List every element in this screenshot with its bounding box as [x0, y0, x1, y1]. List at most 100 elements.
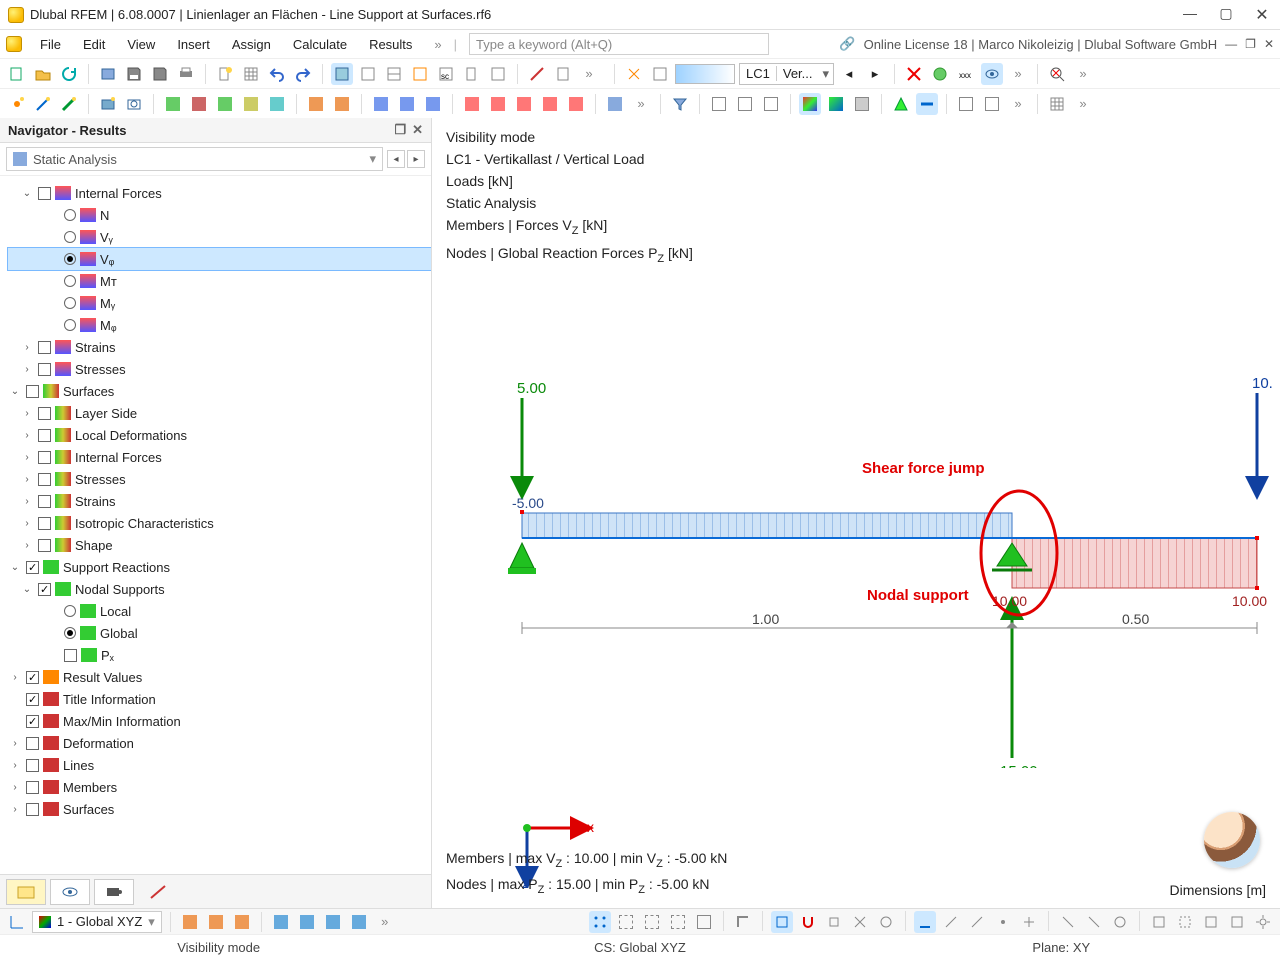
minimize-button[interactable]: —: [1180, 5, 1200, 25]
support-icon[interactable]: [890, 93, 912, 115]
nav-tab-data[interactable]: [6, 879, 46, 905]
render-wire-icon[interactable]: [825, 93, 847, 115]
render-solid-icon[interactable]: [799, 93, 821, 115]
save-icon[interactable]: [123, 63, 145, 85]
panel6-icon[interactable]: [461, 63, 483, 85]
panel4-icon[interactable]: [409, 63, 431, 85]
osnap-p[interactable]: [1200, 911, 1222, 933]
analysis-dropdown[interactable]: Static Analysis ▾: [6, 147, 383, 171]
text-icon[interactable]: xxx: [955, 63, 977, 85]
opening-new-icon[interactable]: [123, 93, 145, 115]
osnap-f[interactable]: [914, 911, 936, 933]
member-new-icon[interactable]: [58, 93, 80, 115]
osnap-j[interactable]: [1018, 911, 1040, 933]
lc-icon[interactable]: [623, 63, 645, 85]
more7-icon[interactable]: »: [374, 911, 396, 933]
more1-icon[interactable]: »: [578, 63, 600, 85]
tree-support-reactions[interactable]: ⌄Support Reactions: [8, 556, 431, 578]
tree-internal-forces[interactable]: ⌄Internal Forces: [8, 182, 431, 204]
sb-d[interactable]: [270, 911, 292, 933]
tree-tree-surfaces[interactable]: ›Surfaces: [8, 798, 431, 820]
osnap-c[interactable]: [823, 911, 845, 933]
new-icon[interactable]: [6, 63, 28, 85]
snap-grid-icon[interactable]: [589, 911, 611, 933]
tree-surf-stresses[interactable]: ›Stresses: [8, 468, 431, 490]
surface-new-icon[interactable]: [97, 93, 119, 115]
tb2-h[interactable]: [370, 93, 392, 115]
sb-b[interactable]: [205, 911, 227, 933]
calc-icon[interactable]: [552, 63, 574, 85]
sb-c[interactable]: [231, 911, 253, 933]
globe-icon[interactable]: [929, 63, 951, 85]
menu-more[interactable]: »: [424, 34, 451, 55]
osnap-k[interactable]: [1057, 911, 1079, 933]
filter-icon[interactable]: [669, 93, 691, 115]
tb2-j[interactable]: [422, 93, 444, 115]
avatar-icon[interactable]: [1204, 812, 1260, 868]
tb2-p[interactable]: [604, 93, 626, 115]
undock-icon[interactable]: ❐: [394, 122, 406, 138]
osnap-n[interactable]: [1148, 911, 1170, 933]
menu-file[interactable]: File: [30, 34, 71, 55]
viewport[interactable]: Visibility mode LC1 - Vertikallast / Ver…: [432, 118, 1280, 908]
node-new-icon[interactable]: [6, 93, 28, 115]
ortho-icon[interactable]: [732, 911, 754, 933]
grid-icon[interactable]: [1046, 93, 1068, 115]
osnap-i[interactable]: [992, 911, 1014, 933]
tb2-d[interactable]: [240, 93, 262, 115]
tb2-r[interactable]: [981, 93, 1003, 115]
tree-surfaces[interactable]: ⌄Surfaces: [8, 380, 431, 402]
sb-f[interactable]: [322, 911, 344, 933]
tb2-l[interactable]: [487, 93, 509, 115]
tree-members[interactable]: ›Members: [8, 776, 431, 798]
osnap-l[interactable]: [1083, 911, 1105, 933]
panel5-icon[interactable]: sc: [435, 63, 457, 85]
clip-icon[interactable]: [916, 93, 938, 115]
tb2-o[interactable]: [565, 93, 587, 115]
maximize-button[interactable]: ▢: [1216, 5, 1236, 25]
osnap-e[interactable]: [875, 911, 897, 933]
tb2-m[interactable]: [513, 93, 535, 115]
more2-icon[interactable]: »: [1007, 63, 1029, 85]
sb-cs-icon[interactable]: [6, 911, 28, 933]
tree-maxmin[interactable]: Max/Min Information: [8, 710, 431, 732]
tree-layer-side[interactable]: ›Layer Side: [8, 402, 431, 424]
tree-n[interactable]: N: [8, 204, 431, 226]
saveas-icon[interactable]: [149, 63, 171, 85]
tree-lines[interactable]: ›Lines: [8, 754, 431, 776]
menu-edit[interactable]: Edit: [73, 34, 115, 55]
tb2-c[interactable]: [214, 93, 236, 115]
panel3-icon[interactable]: [383, 63, 405, 85]
view-c-icon[interactable]: [760, 93, 782, 115]
more6-icon[interactable]: »: [1072, 93, 1094, 115]
panel1-icon[interactable]: [331, 63, 353, 85]
snap-c[interactable]: [667, 911, 689, 933]
lc-slider[interactable]: [675, 64, 735, 84]
tree-title-info[interactable]: Title Information: [8, 688, 431, 710]
tree-my[interactable]: Mᵧ: [8, 292, 431, 314]
tree-vy[interactable]: Vᵧ: [8, 226, 431, 248]
undo-icon[interactable]: [266, 63, 288, 85]
settings-icon[interactable]: [1252, 911, 1274, 933]
more5-icon[interactable]: »: [1007, 93, 1029, 115]
sb-g[interactable]: [348, 911, 370, 933]
loadcase-selector[interactable]: LC1 Ver... ▾: [739, 63, 834, 85]
newdoc-icon[interactable]: [214, 63, 236, 85]
panel7-icon[interactable]: [487, 63, 509, 85]
mdi-minimize[interactable]: —: [1225, 37, 1237, 51]
close-button[interactable]: ✕: [1252, 5, 1272, 25]
tb2-a[interactable]: [162, 93, 184, 115]
results-tree[interactable]: ⌄Internal Forces N Vᵧ Vᵩ Mᴛ Mᵧ Mᵩ ›Strai…: [0, 176, 431, 874]
sb-e[interactable]: [296, 911, 318, 933]
tree-px[interactable]: Pₓ: [8, 644, 431, 666]
tb2-e[interactable]: [266, 93, 288, 115]
menu-insert[interactable]: Insert: [167, 34, 220, 55]
tree-surf-internal[interactable]: ›Internal Forces: [8, 446, 431, 468]
eye-icon[interactable]: [981, 63, 1003, 85]
refresh-icon[interactable]: [58, 63, 80, 85]
lc-prev-icon[interactable]: ◂: [838, 63, 860, 85]
tb2-q[interactable]: [955, 93, 977, 115]
view-b-icon[interactable]: [734, 93, 756, 115]
osnap-m[interactable]: [1109, 911, 1131, 933]
tree-isotropic[interactable]: ›Isotropic Characteristics: [8, 512, 431, 534]
